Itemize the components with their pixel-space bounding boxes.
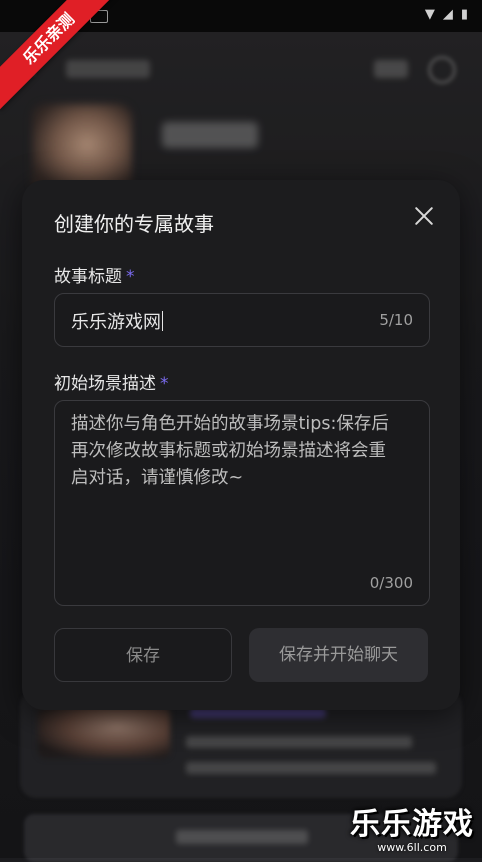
story-title-value: 乐乐游戏网 [71, 308, 163, 334]
save-button[interactable]: 保存 [54, 628, 232, 682]
scene-description-label: 初始场景描述 * [54, 369, 169, 394]
dialog-title: 创建你的专属故事 [54, 212, 214, 236]
required-mark: * [126, 267, 135, 287]
story-title-input[interactable]: 乐乐游戏网 5/10 [54, 293, 430, 347]
scene-description-input[interactable]: 描述你与角色开始的故事场景tips:保存后再次修改故事标题或初始场景描述将会重启… [54, 400, 430, 606]
close-icon[interactable] [410, 202, 438, 230]
story-title-value-text: 乐乐游戏网 [71, 312, 161, 333]
story-title-counter: 5/10 [379, 311, 413, 329]
watermark-logo-main: 乐乐游戏 [350, 807, 474, 842]
story-title-label-text: 故事标题 [54, 267, 122, 287]
scene-description-label-text: 初始场景描述 [54, 374, 156, 394]
required-mark: * [160, 374, 169, 394]
save-and-start-chat-button[interactable]: 保存并开始聊天 [249, 628, 428, 682]
story-title-label: 故事标题 * [54, 262, 135, 287]
scene-description-counter: 0/300 [369, 574, 413, 592]
scene-description-placeholder: 描述你与角色开始的故事场景tips:保存后再次修改故事标题或初始场景描述将会重启… [71, 414, 389, 488]
text-caret [162, 311, 163, 331]
watermark-logo: 乐乐游戏 www.6ll.com [350, 799, 474, 854]
create-story-dialog: 创建你的专属故事 故事标题 * 乐乐游戏网 5/10 初始场景描述 * 描述你与角色… [22, 180, 460, 710]
